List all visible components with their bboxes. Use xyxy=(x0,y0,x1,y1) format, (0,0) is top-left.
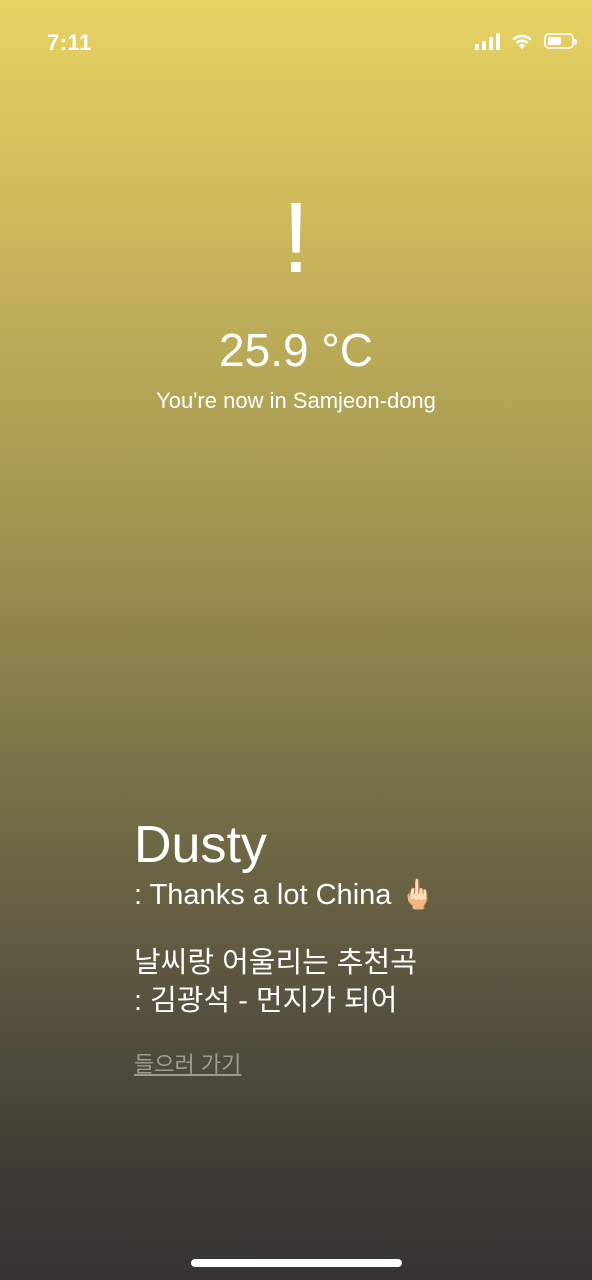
weather-alert-icon: ! xyxy=(282,182,310,294)
cellular-signal-icon xyxy=(475,32,500,50)
battery-icon xyxy=(544,33,577,49)
location-label: You're now in Samjeon-dong xyxy=(156,388,436,413)
condition-title: Dusty xyxy=(134,816,267,874)
home-indicator[interactable] xyxy=(191,1259,402,1267)
recommendation-label: 날씨랑 어울리는 추천곡 xyxy=(134,947,417,979)
battery-level xyxy=(548,37,562,45)
status-bar: 7:11 xyxy=(0,0,592,88)
recommendation-song: : 김광석 - 먼지가 되어 xyxy=(134,985,398,1017)
wifi-icon xyxy=(512,34,532,49)
status-icons xyxy=(475,32,577,50)
status-time: 7:11 xyxy=(47,30,92,55)
listen-link[interactable]: 들으러 가기 xyxy=(134,1050,241,1080)
temperature-label: 25.9 °C xyxy=(219,324,373,376)
condition-note: : Thanks a lot China 🖕🏻 xyxy=(134,879,436,911)
weather-info-panel: Dusty : Thanks a lot China 🖕🏻 날씨랑 어울리는 추… xyxy=(134,814,564,1080)
